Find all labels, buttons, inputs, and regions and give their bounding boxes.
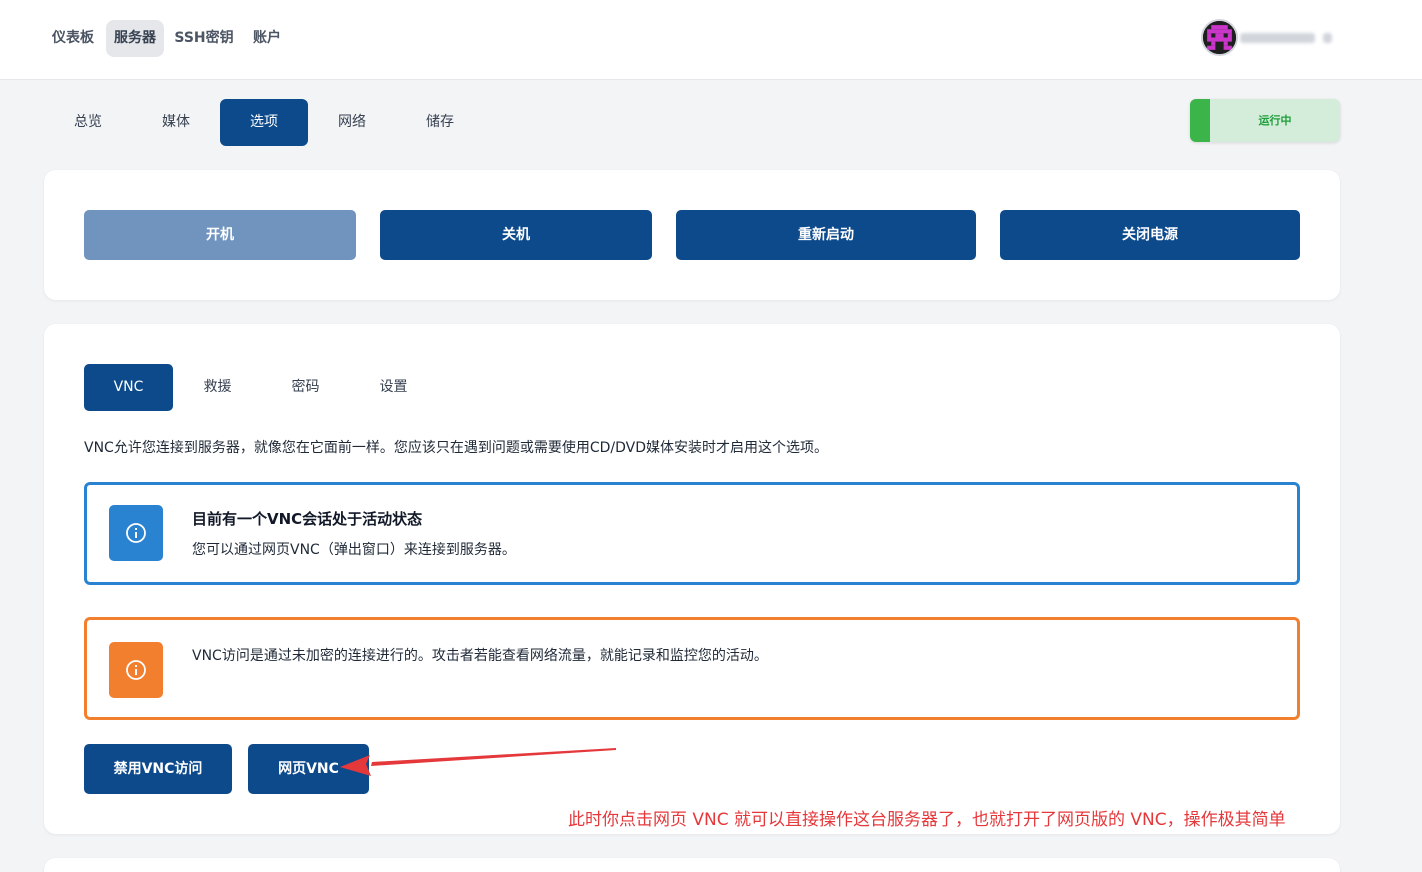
next-card: [44, 858, 1340, 872]
user-avatar[interactable]: [1201, 19, 1238, 56]
nav-item-servers[interactable]: 服务器: [106, 20, 164, 57]
status-indicator-bar: [1190, 99, 1210, 142]
tab-rescue[interactable]: 救援: [173, 364, 262, 411]
status-badge: 运行中: [1190, 99, 1340, 142]
info-icon: [109, 505, 163, 561]
top-navigation-bar: 仪表板 服务器 SSH密钥 账户: [0, 0, 1422, 80]
tab-overview[interactable]: 总览: [44, 99, 132, 146]
nav-item-ssh-keys[interactable]: SSH密钥: [168, 20, 240, 57]
status-label: 运行中: [1258, 114, 1292, 127]
restart-button[interactable]: 重新启动: [676, 210, 976, 260]
tab-network[interactable]: 网络: [308, 99, 396, 146]
alert-text: VNC访问是通过未加密的连接进行的。攻击者若能查看网络流量，就能记录和监控您的活…: [192, 648, 768, 664]
tab-settings[interactable]: 设置: [349, 364, 438, 411]
tab-options[interactable]: 选项: [220, 99, 308, 146]
alert-title: 目前有一个VNC会话处于活动状态: [192, 510, 423, 528]
vnc-description: VNC允许您连接到服务器，就像您在它面前一样。您应该只在遇到问题或需要使用CD/…: [84, 440, 828, 456]
tab-password[interactable]: 密码: [261, 364, 350, 411]
alert-text: 您可以通过网页VNC（弹出窗口）来连接到服务器。: [192, 542, 516, 558]
web-vnc-button[interactable]: 网页VNC: [248, 744, 369, 794]
tab-storage[interactable]: 储存: [396, 99, 484, 146]
shutdown-button[interactable]: 关机: [380, 210, 652, 260]
info-icon: [109, 642, 163, 698]
power-on-button[interactable]: 开机: [84, 210, 356, 260]
annotation-note: 此时你点击网页 VNC 就可以直接操作这台服务器了，也就打开了网页版的 VNC，…: [568, 810, 1286, 830]
power-off-button[interactable]: 关闭电源: [1000, 210, 1300, 260]
disable-vnc-button[interactable]: 禁用VNC访问: [84, 744, 232, 794]
nav-item-account[interactable]: 账户: [246, 20, 288, 57]
vnc-session-info-alert: 目前有一个VNC会话处于活动状态 您可以通过网页VNC（弹出窗口）来连接到服务器…: [84, 482, 1300, 585]
tab-vnc[interactable]: VNC: [84, 364, 173, 411]
pixel-avatar-icon: [1203, 21, 1236, 54]
vnc-security-warning-alert: VNC访问是通过未加密的连接进行的。攻击者若能查看网络流量，就能记录和监控您的活…: [84, 617, 1300, 720]
nav-item-dashboard[interactable]: 仪表板: [44, 20, 102, 57]
tab-media[interactable]: 媒体: [132, 99, 220, 146]
blurred-username: [1240, 33, 1315, 43]
account-menu-chevron-icon[interactable]: [1323, 33, 1332, 43]
